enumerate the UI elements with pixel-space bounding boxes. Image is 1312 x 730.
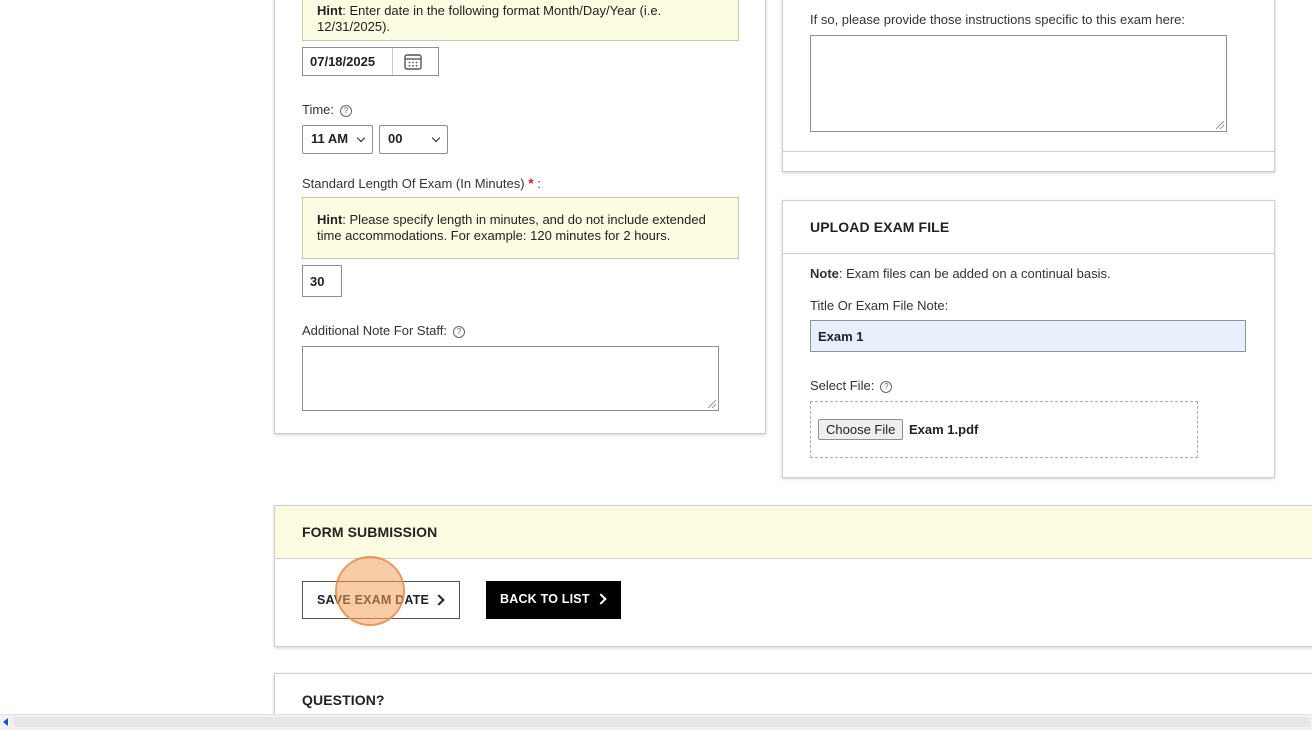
scrollbar-thumb[interactable] xyxy=(14,717,1310,727)
length-label-colon: : xyxy=(537,176,541,191)
upload-title: UPLOAD EXAM FILE xyxy=(810,219,950,235)
instructions-textarea[interactable] xyxy=(810,35,1227,132)
length-hint-line2: time accommodations. For example: 120 mi… xyxy=(317,228,671,243)
select-file-label: Select File:? xyxy=(810,378,893,393)
exam-date-input[interactable]: 07/18/2025 xyxy=(302,47,439,76)
file-title-value: Exam 1 xyxy=(818,329,864,344)
time-label: Time:? xyxy=(302,102,353,117)
upload-exam-file-panel: UPLOAD EXAM FILE Note: Exam files can be… xyxy=(782,200,1275,478)
chevron-right-icon xyxy=(433,594,445,606)
scroll-left-arrow-icon[interactable] xyxy=(3,718,8,726)
page: Hint: Enter date in the following format… xyxy=(0,0,1312,730)
length-label: Standard Length Of Exam (In Minutes) * : xyxy=(302,175,541,191)
horizontal-scrollbar[interactable] xyxy=(0,714,1312,730)
date-hint: Hint: Enter date in the following format… xyxy=(302,0,739,41)
staff-note-label: Additional Note For Staff:? xyxy=(302,323,466,338)
calendar-icon[interactable] xyxy=(404,53,422,70)
upload-note-bold: Note xyxy=(810,266,839,281)
file-drop-zone[interactable]: Choose File Exam 1.pdf xyxy=(810,401,1198,458)
selected-file-name: Exam 1.pdf xyxy=(909,422,979,437)
upload-note: Note: Exam files can be added on a conti… xyxy=(810,266,1111,281)
staff-note-textarea[interactable] xyxy=(302,346,719,411)
time-minute-value: 00 xyxy=(388,131,403,146)
chevron-down-icon xyxy=(431,133,441,143)
question-title: QUESTION? xyxy=(302,692,385,708)
staff-note-label-text: Additional Note For Staff: xyxy=(302,323,448,338)
required-asterisk: * xyxy=(528,175,534,191)
help-icon[interactable]: ? xyxy=(880,381,893,393)
choose-file-button[interactable]: Choose File xyxy=(818,419,904,440)
form-submission-header: FORM SUBMISSION xyxy=(275,506,1312,559)
time-hour-value: 11 AM xyxy=(311,131,349,146)
form-submission-panel: FORM SUBMISSION SAVE EXAM DATE BACK TO L… xyxy=(274,505,1312,647)
chevron-right-icon xyxy=(595,593,607,605)
time-minute-select[interactable]: 00 xyxy=(379,125,448,154)
exam-length-value: 30 xyxy=(310,274,325,289)
save-exam-date-button[interactable]: SAVE EXAM DATE xyxy=(302,581,460,619)
upload-note-text: : Exam files can be added on a continual… xyxy=(838,266,1111,281)
chevron-down-icon xyxy=(356,133,366,143)
length-hint: Hint: Please specify length in minutes, … xyxy=(302,197,739,259)
instructions-label: If so, please provide those instructions… xyxy=(810,12,1186,27)
length-label-text: Standard Length Of Exam (In Minutes) xyxy=(302,176,525,191)
panel-footer-divider xyxy=(783,151,1274,152)
exam-date-value: 07/18/2025 xyxy=(310,54,376,69)
exam-length-input[interactable]: 30 xyxy=(302,265,342,297)
back-to-list-label: BACK TO LIST xyxy=(500,592,590,606)
date-hint-example: 12/31/2025). xyxy=(317,19,391,34)
resize-handle-icon[interactable] xyxy=(708,400,716,408)
file-title-input[interactable]: Exam 1 xyxy=(810,320,1246,352)
upload-header-divider xyxy=(783,253,1274,254)
length-hint-line1: : Please specify length in minutes, and … xyxy=(342,212,706,227)
date-hint-text: : Enter date in the following format Mon… xyxy=(342,3,662,18)
save-exam-date-label: SAVE EXAM DATE xyxy=(317,593,430,607)
resize-handle-icon[interactable] xyxy=(1216,121,1224,129)
instructions-panel: If so, please provide those instructions… xyxy=(782,0,1275,172)
date-picker-divider xyxy=(392,48,393,75)
form-submission-title: FORM SUBMISSION xyxy=(302,524,438,540)
date-hint-bold: Hint xyxy=(317,3,343,18)
file-title-label: Title Or Exam File Note: xyxy=(810,298,949,313)
select-file-label-text: Select File: xyxy=(810,378,875,393)
exam-details-panel: Hint: Enter date in the following format… xyxy=(274,0,766,434)
help-icon[interactable]: ? xyxy=(340,105,353,117)
help-icon[interactable]: ? xyxy=(453,326,466,338)
length-hint-bold: Hint xyxy=(317,212,343,227)
back-to-list-button[interactable]: BACK TO LIST xyxy=(486,581,621,619)
time-label-text: Time: xyxy=(302,102,335,117)
time-hour-select[interactable]: 11 AM xyxy=(302,125,373,154)
